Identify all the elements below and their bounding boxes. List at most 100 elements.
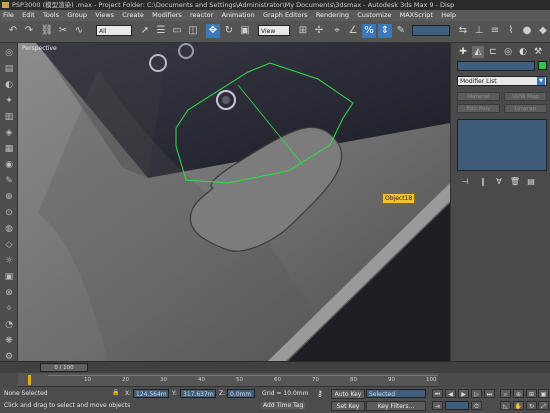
display-tab-icon[interactable]: ◐: [517, 46, 529, 58]
menu-reactor[interactable]: reactor: [187, 10, 216, 21]
curve-editor-icon[interactable]: ⌇: [504, 24, 518, 38]
render-icon[interactable]: ◆: [536, 24, 550, 38]
left-tool-8-icon[interactable]: ◉: [3, 159, 15, 171]
left-tool-3-icon[interactable]: ◐: [3, 79, 15, 91]
arc-rotate-icon[interactable]: ↻: [526, 401, 537, 410]
uvw-map-button[interactable]: UVW Map: [504, 92, 547, 101]
hierarchy-tab-icon[interactable]: ⊏: [487, 46, 499, 58]
select-object-icon[interactable]: ➚: [138, 24, 152, 38]
select-manipulate-icon[interactable]: ✢: [312, 24, 326, 38]
left-tool-15-icon[interactable]: ▣: [3, 271, 15, 283]
left-tool-4-icon[interactable]: ✦: [3, 95, 15, 107]
menu-animation[interactable]: Animation: [219, 10, 258, 21]
pin-stack-icon[interactable]: ⊣: [459, 177, 471, 186]
current-frame-field[interactable]: [445, 401, 469, 410]
menu-tools[interactable]: Tools: [40, 10, 62, 21]
menu-views[interactable]: Views: [92, 10, 117, 21]
selection-filter-dropdown[interactable]: All: [96, 25, 132, 36]
y-coordinate-field[interactable]: 317.637m: [180, 389, 216, 398]
track-bar[interactable]: 10 20 30 40 50 60 70 80 90 100: [18, 373, 438, 387]
viewport-label[interactable]: Perspective: [22, 45, 57, 52]
select-and-scale-icon[interactable]: ▣: [238, 24, 252, 38]
reference-coordinate-dropdown[interactable]: View: [258, 25, 290, 36]
menu-create[interactable]: Create: [119, 10, 147, 21]
rectangular-selection-icon[interactable]: ▭: [170, 24, 184, 38]
left-tool-12-icon[interactable]: ◍: [3, 223, 15, 235]
layer-manager-icon[interactable]: ≡: [488, 24, 502, 38]
time-slider[interactable]: 0 / 100: [40, 363, 88, 372]
edit-poly-button[interactable]: Edit Poly: [457, 104, 500, 113]
time-configuration-icon[interactable]: ⏱: [471, 401, 482, 410]
pan-icon[interactable]: ✋: [513, 401, 524, 410]
select-and-rotate-icon[interactable]: ↻: [222, 24, 236, 38]
left-tool-18-icon[interactable]: ◔: [3, 319, 15, 331]
object-name-field[interactable]: [457, 61, 535, 71]
lock-icon[interactable]: 🔒: [112, 389, 119, 396]
spinner-snap-icon[interactable]: ⇕: [378, 24, 392, 38]
left-tool-14-icon[interactable]: ☼: [3, 255, 15, 267]
edit-named-selection-icon[interactable]: ✎: [394, 24, 408, 38]
select-by-name-icon[interactable]: ☰: [154, 24, 168, 38]
menu-file[interactable]: File: [0, 10, 17, 21]
previous-frame-icon[interactable]: ◀: [445, 389, 456, 398]
add-time-tag-button[interactable]: Add Time Tag: [261, 402, 306, 409]
play-icon[interactable]: ▶: [458, 389, 469, 398]
percent-snap-icon[interactable]: %: [362, 24, 376, 38]
auto-key-button[interactable]: Auto Key: [331, 389, 365, 399]
menu-maxscript[interactable]: MAXScript: [397, 10, 436, 21]
z-coordinate-field[interactable]: 0.0mm: [227, 389, 255, 398]
menu-edit[interactable]: Edit: [19, 10, 38, 21]
left-tool-16-icon[interactable]: ⊗: [3, 287, 15, 299]
left-tool-13-icon[interactable]: ◇: [3, 239, 15, 251]
utilities-tab-icon[interactable]: ⚒: [532, 46, 544, 58]
unlink-icon[interactable]: ✂: [56, 24, 70, 38]
modify-tab-icon[interactable]: ◭: [472, 46, 484, 58]
left-tool-2-icon[interactable]: ▤: [3, 63, 15, 75]
pivot-center-icon[interactable]: ⊞: [296, 24, 310, 38]
mirror-icon[interactable]: ⇆: [456, 24, 470, 38]
undo-icon[interactable]: ↶: [6, 24, 20, 38]
modifier-stack-view[interactable]: [457, 119, 547, 171]
material-button[interactable]: Material: [457, 92, 500, 101]
menu-rendering[interactable]: Rendering: [313, 10, 352, 21]
left-tool-7-icon[interactable]: ▦: [3, 143, 15, 155]
perspective-viewport[interactable]: Perspective Object18: [18, 43, 450, 361]
material-editor-icon[interactable]: ●: [520, 24, 534, 38]
x-coordinate-field[interactable]: 124.564m: [133, 389, 169, 398]
menu-customize[interactable]: Customize: [354, 10, 394, 21]
align-icon[interactable]: ⊥: [472, 24, 486, 38]
select-and-move-icon[interactable]: ✥: [206, 24, 220, 38]
zoom-all-icon[interactable]: ⊕: [513, 389, 524, 398]
create-tab-icon[interactable]: ✚: [457, 46, 469, 58]
next-frame-icon[interactable]: ▷: [471, 389, 482, 398]
key-mode-dropdown[interactable]: Selected: [366, 389, 426, 398]
angle-snap-icon[interactable]: ∠: [346, 24, 360, 38]
key-mode-toggle-icon[interactable]: ⇥: [432, 401, 443, 410]
left-tool-19-icon[interactable]: ❋: [3, 335, 15, 347]
configure-modifier-sets-icon[interactable]: ▤: [525, 177, 537, 186]
left-tool-1-icon[interactable]: ◎: [3, 47, 15, 59]
set-key-button[interactable]: Set Key: [331, 401, 365, 411]
left-tool-10-icon[interactable]: ⊕: [3, 191, 15, 203]
make-unique-icon[interactable]: ∀: [493, 177, 505, 186]
object-color-swatch[interactable]: [538, 61, 547, 70]
maximize-viewport-icon[interactable]: ⤢: [538, 401, 549, 410]
snap-toggle-icon[interactable]: ⌖: [330, 24, 344, 38]
left-tool-5-icon[interactable]: ▥: [3, 111, 15, 123]
left-tool-11-icon[interactable]: ⊙: [3, 207, 15, 219]
go-to-end-icon[interactable]: ⏭: [484, 389, 495, 398]
modifier-list-dropdown[interactable]: Modifier List ▼: [457, 76, 547, 86]
bind-space-warp-icon[interactable]: ∿: [72, 24, 86, 38]
motion-tab-icon[interactable]: ◎: [502, 46, 514, 58]
keyframe-marker[interactable]: [28, 375, 31, 385]
left-tool-9-icon[interactable]: ✎: [3, 175, 15, 187]
left-tool-17-icon[interactable]: ✧: [3, 303, 15, 315]
named-selection-set-field[interactable]: [412, 25, 450, 36]
key-filters-button[interactable]: Key Filters...: [366, 401, 426, 411]
go-to-start-icon[interactable]: ⏮: [432, 389, 443, 398]
zoom-extents-icon[interactable]: ⊞: [526, 389, 537, 398]
redo-icon[interactable]: ↷: [22, 24, 36, 38]
show-end-result-icon[interactable]: ∥: [477, 177, 489, 186]
window-crossing-icon[interactable]: ◫: [186, 24, 200, 38]
zoom-extents-all-icon[interactable]: ▣: [538, 389, 549, 398]
